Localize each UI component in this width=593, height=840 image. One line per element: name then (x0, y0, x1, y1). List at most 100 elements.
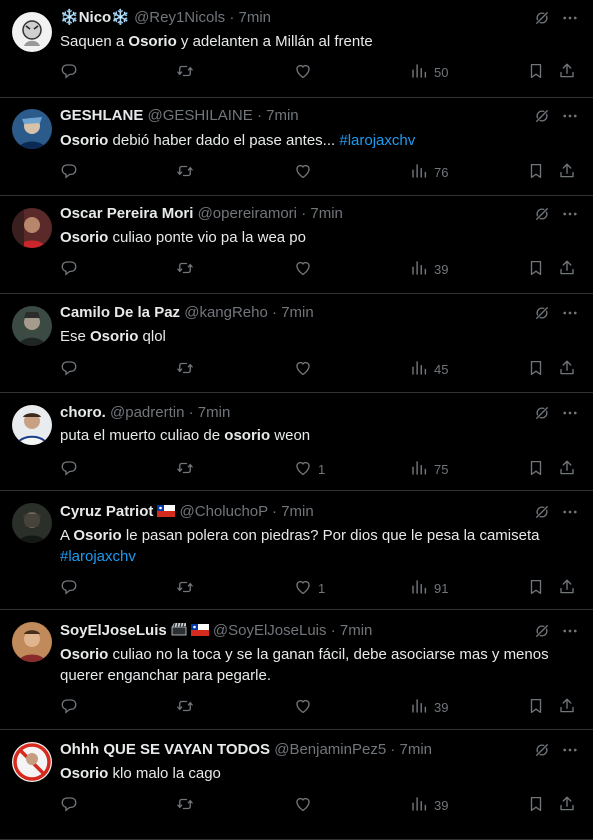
retweet-button[interactable] (176, 697, 194, 717)
timestamp[interactable]: 7min (239, 9, 272, 26)
user-handle[interactable]: @GESHILAINE (148, 107, 253, 124)
like-button[interactable] (294, 259, 318, 279)
reply-button[interactable] (60, 697, 78, 717)
share-button[interactable] (558, 459, 576, 479)
tweet[interactable]: Cyruz Patriot @CholuchoP · 7min A Osorio … (0, 491, 593, 610)
views-button[interactable]: 76 (410, 162, 448, 182)
share-button[interactable] (558, 162, 576, 182)
share-button[interactable] (558, 795, 576, 815)
more-icon[interactable] (561, 503, 579, 521)
timestamp[interactable]: 7min (281, 503, 314, 520)
hashtag-link[interactable]: #larojaxchv (60, 548, 136, 565)
timestamp[interactable]: 7min (400, 741, 433, 758)
timestamp[interactable]: 7min (281, 304, 314, 321)
bookmark-button[interactable] (527, 697, 545, 717)
grok-icon[interactable] (533, 107, 551, 125)
bookmark-button[interactable] (527, 162, 545, 182)
timestamp[interactable]: 7min (198, 404, 231, 421)
share-button[interactable] (558, 259, 576, 279)
views-button[interactable]: 39 (410, 697, 448, 717)
grok-icon[interactable] (533, 503, 551, 521)
share-button[interactable] (558, 697, 576, 717)
display-name[interactable]: GESHLANE (60, 107, 143, 124)
user-handle[interactable]: @BenjaminPez5 (274, 741, 386, 758)
share-button[interactable] (558, 359, 576, 379)
grok-icon[interactable] (533, 304, 551, 322)
grok-icon[interactable] (533, 741, 551, 759)
share-button[interactable] (558, 578, 576, 598)
hashtag-link[interactable]: #larojaxchv (339, 132, 415, 149)
reply-button[interactable] (60, 359, 78, 379)
tweet[interactable]: Ohhh QUE SE VAYAN TODOS @BenjaminPez5 · … (0, 730, 593, 840)
grok-icon[interactable] (533, 205, 551, 223)
reply-button[interactable] (60, 795, 78, 815)
timestamp[interactable]: 7min (340, 622, 373, 639)
more-icon[interactable] (561, 741, 579, 759)
user-handle[interactable]: @CholuchoP (180, 503, 268, 520)
display-name[interactable]: choro. (60, 404, 106, 421)
avatar[interactable] (12, 405, 52, 445)
like-button[interactable] (294, 359, 318, 379)
avatar[interactable] (12, 503, 52, 543)
like-button[interactable] (294, 697, 318, 717)
bookmark-button[interactable] (527, 459, 545, 479)
tweet[interactable]: Oscar Pereira Mori @opereiramori · 7min O… (0, 196, 593, 294)
user-handle[interactable]: @opereiramori (198, 205, 297, 222)
tweet[interactable]: choro. @padrertin · 7min puta el muerto c… (0, 393, 593, 491)
reply-button[interactable] (60, 162, 78, 182)
user-handle[interactable]: @padrertin (110, 404, 184, 421)
display-name[interactable]: SoyElJoseLuis (60, 622, 167, 639)
user-handle[interactable]: @Rey1Nicols (134, 9, 225, 26)
avatar[interactable] (12, 109, 52, 149)
bookmark-button[interactable] (527, 578, 545, 598)
views-button[interactable]: 75 (410, 459, 448, 479)
user-handle[interactable]: @kangReho (184, 304, 268, 321)
retweet-button[interactable] (176, 259, 194, 279)
retweet-button[interactable] (176, 359, 194, 379)
reply-button[interactable] (60, 459, 78, 479)
tweet[interactable]: GESHLANE @GESHILAINE · 7min Osorio debió … (0, 98, 593, 196)
display-name[interactable]: Oscar Pereira Mori (60, 205, 193, 222)
bookmark-button[interactable] (527, 795, 545, 815)
retweet-button[interactable] (176, 162, 194, 182)
grok-icon[interactable] (533, 404, 551, 422)
grok-icon[interactable] (533, 9, 551, 27)
more-icon[interactable] (561, 107, 579, 125)
tweet[interactable]: ❄️Nico❄️ @Rey1Nicols · 7min Saquen a Osor… (0, 0, 593, 98)
timestamp[interactable]: 7min (266, 107, 299, 124)
display-name[interactable]: Camilo De la Paz (60, 304, 180, 321)
retweet-button[interactable] (176, 795, 194, 815)
display-name[interactable]: Ohhh QUE SE VAYAN TODOS (60, 741, 270, 758)
reply-button[interactable] (60, 62, 78, 82)
like-button[interactable] (294, 162, 318, 182)
like-button[interactable]: 1 (294, 459, 325, 479)
more-icon[interactable] (561, 304, 579, 322)
share-button[interactable] (558, 62, 576, 82)
reply-button[interactable] (60, 578, 78, 598)
user-handle[interactable]: @SoyElJoseLuis (213, 622, 327, 639)
display-name[interactable]: Nico (79, 9, 112, 26)
retweet-button[interactable] (176, 62, 194, 82)
grok-icon[interactable] (533, 622, 551, 640)
timestamp[interactable]: 7min (310, 205, 343, 222)
bookmark-button[interactable] (527, 259, 545, 279)
views-button[interactable]: 50 (410, 62, 448, 82)
like-button[interactable] (294, 795, 318, 815)
views-button[interactable]: 39 (410, 795, 448, 815)
avatar[interactable] (12, 622, 52, 662)
like-button[interactable] (294, 62, 318, 82)
avatar[interactable] (12, 742, 52, 782)
more-icon[interactable] (561, 622, 579, 640)
avatar[interactable] (12, 306, 52, 346)
views-button[interactable]: 45 (410, 359, 448, 379)
like-button[interactable]: 1 (294, 578, 325, 598)
display-name[interactable]: Cyruz Patriot (60, 503, 153, 520)
retweet-button[interactable] (176, 578, 194, 598)
more-icon[interactable] (561, 205, 579, 223)
bookmark-button[interactable] (527, 62, 545, 82)
avatar[interactable] (12, 208, 52, 248)
more-icon[interactable] (561, 404, 579, 422)
avatar[interactable] (12, 12, 52, 52)
tweet[interactable]: SoyElJoseLuis @SoyElJoseLuis · 7min Osori… (0, 610, 593, 730)
more-icon[interactable] (561, 9, 579, 27)
